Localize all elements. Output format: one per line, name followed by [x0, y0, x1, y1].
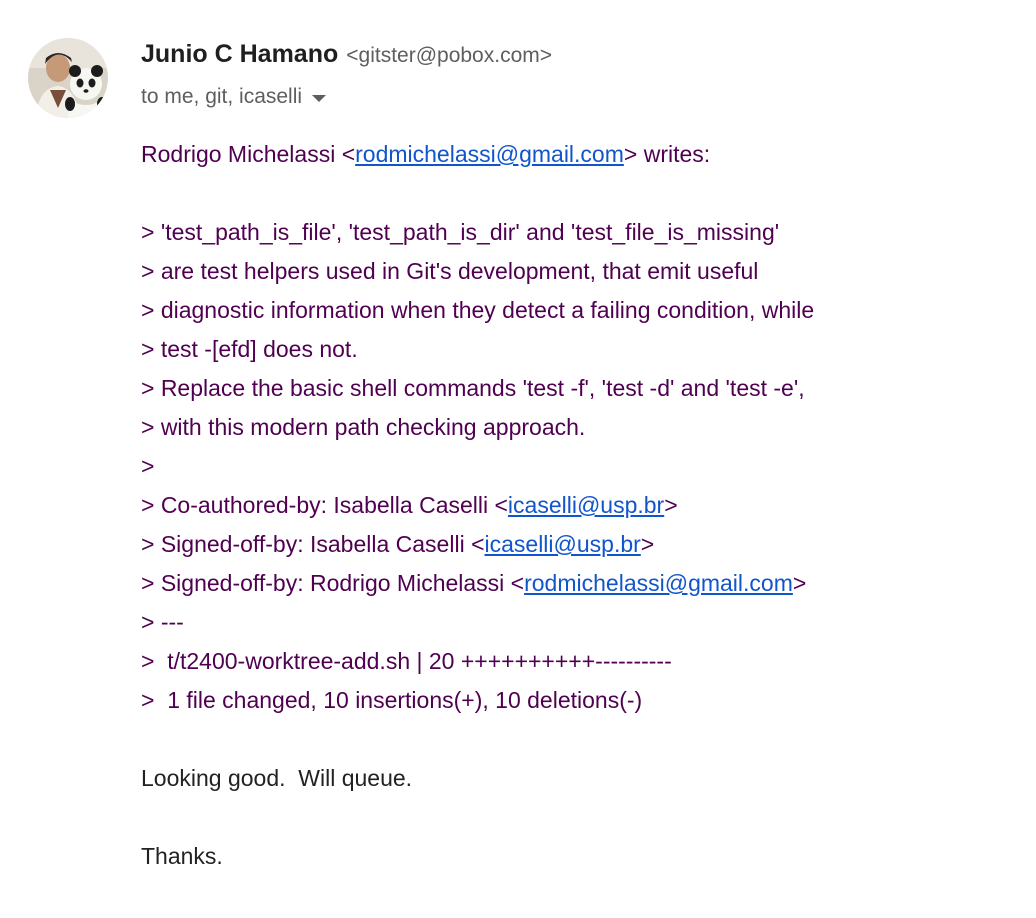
sender-email: <gitster@pobox.com>	[346, 44, 553, 67]
attribution-prefix: Rodrigo Michelassi <	[141, 141, 356, 167]
diffstat-line: > 1 file changed, 10 insertions(+), 10 d…	[141, 687, 643, 713]
reply-line: Looking good. Will queue.	[141, 765, 413, 791]
diffstat-line: > ---	[141, 609, 184, 635]
recipients-summary: to me, git, icaselli	[141, 85, 303, 108]
quote-attribution: Rodrigo Michelassi <rodmichelassi@gmail.…	[141, 135, 1016, 174]
trailer-signed-off-by: > Signed-off-by: Rodrigo Michelassi <rod…	[141, 564, 1016, 603]
trailer-email-link[interactable]: icaselli@usp.br	[485, 531, 641, 557]
message-body: Rodrigo Michelassi <rodmichelassi@gmail.…	[141, 135, 1016, 876]
sender-avatar[interactable]	[28, 38, 108, 118]
trailer-co-authored-by: > Co-authored-by: Isabella Caselli <icas…	[141, 486, 1016, 525]
attribution-email-link[interactable]: rodmichelassi@gmail.com	[355, 141, 624, 167]
message-header: Junio C Hamano <gitster@pobox.com> to me…	[141, 40, 1016, 112]
quoted-line: > with this modern path checking approac…	[141, 414, 586, 440]
attribution-suffix: > writes:	[623, 141, 711, 167]
quoted-line: > test -[efd] does not.	[141, 336, 358, 362]
trailer-prefix: > Signed-off-by: Rodrigo Michelassi <	[141, 570, 525, 596]
recipients-details-toggle[interactable]: to me, git, icaselli	[141, 82, 1016, 112]
trailer-prefix: > Co-authored-by: Isabella Caselli <	[141, 492, 508, 518]
quoted-line: > are test helpers used in Git's develop…	[141, 258, 759, 284]
trailer-signed-off-by: > Signed-off-by: Isabella Caselli <icase…	[141, 525, 1016, 564]
avatar-photo	[28, 38, 108, 118]
quoted-line: > Replace the basic shell commands 'test…	[141, 375, 805, 401]
quoted-line: > diagnostic information when they detec…	[141, 297, 815, 323]
trailer-suffix: >	[664, 492, 678, 518]
trailer-email-link[interactable]: icaselli@usp.br	[508, 492, 664, 518]
trailer-suffix: >	[640, 531, 655, 557]
quoted-line: >	[141, 453, 155, 479]
trailer-prefix: > Signed-off-by: Isabella Caselli <	[141, 531, 485, 557]
diffstat-line: > t/t2400-worktree-add.sh | 20 +++++++++…	[141, 648, 672, 674]
chevron-down-icon[interactable]	[312, 94, 327, 102]
sender-name[interactable]: Junio C Hamano	[141, 40, 338, 69]
reply-line: Thanks.	[141, 843, 223, 869]
quoted-line: > 'test_path_is_file', 'test_path_is_dir…	[141, 219, 780, 245]
sender-line: Junio C Hamano <gitster@pobox.com>	[141, 40, 1016, 76]
trailer-suffix: >	[792, 570, 807, 596]
trailer-email-link[interactable]: rodmichelassi@gmail.com	[524, 570, 793, 596]
